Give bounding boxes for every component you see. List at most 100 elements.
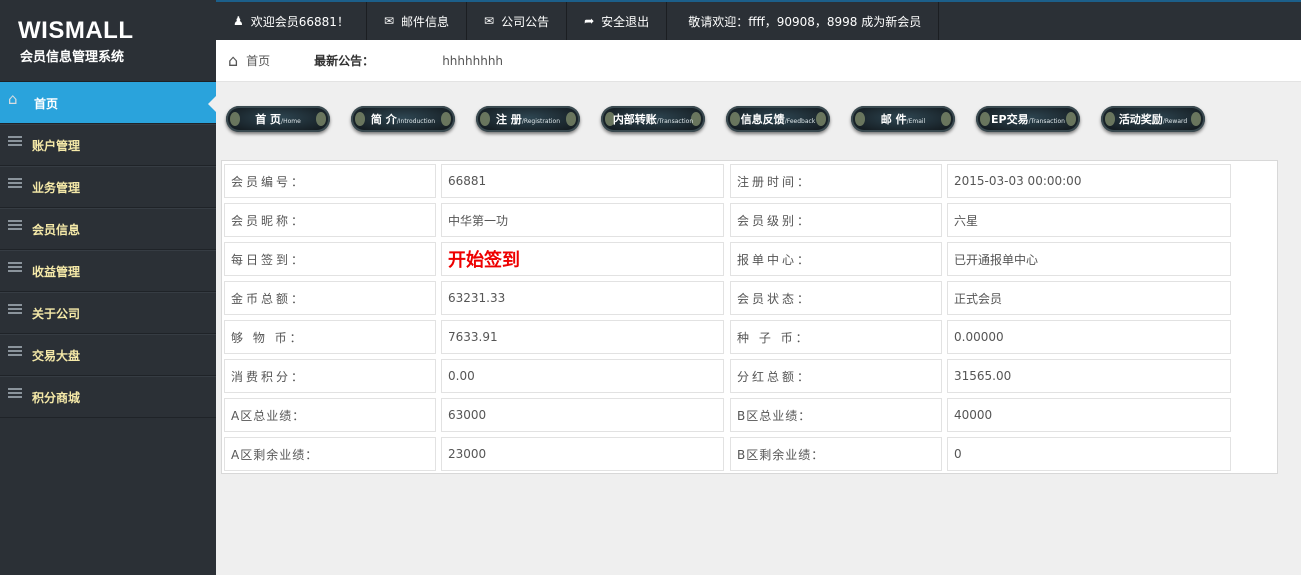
field-label: 会员编号： [224, 164, 436, 198]
user-menu[interactable]: ♟ 欢迎会员66881！ [216, 2, 367, 40]
menu-icon [8, 346, 22, 356]
field-value: 23000 [441, 437, 724, 471]
mail-button[interactable]: ✉ 邮件信息 [367, 2, 468, 40]
nav-button-en: /Feedback [784, 118, 816, 125]
menu-icon [8, 388, 22, 398]
menu-icon [8, 136, 22, 146]
sidebar-item-label: 业务管理 [32, 180, 81, 195]
field-label: 够 物 币： [224, 320, 436, 354]
member-info-panel: 会员编号： 66881 注册时间： 2015-03-03 00:00:00 会员… [221, 160, 1278, 474]
nav-button-label: 首 页 [255, 113, 282, 126]
field-value: 0 [947, 437, 1231, 471]
nav-button-home[interactable]: 首 页/Home [226, 104, 330, 134]
sidebar-item-income[interactable]: 收益管理 [0, 250, 216, 292]
home-icon[interactable]: ⌂ [228, 51, 238, 70]
sidebar-item-market[interactable]: 交易大盘 [0, 334, 216, 376]
notice-button[interactable]: ✉ 公司公告 [467, 2, 568, 40]
logout-button[interactable]: ➦ 安全退出 [567, 2, 668, 40]
field-label: 会员级别： [730, 203, 942, 237]
nav-button-email[interactable]: 邮 件/Email [851, 104, 955, 134]
sidebar-menu: ⌂ 首页 账户管理 业务管理 会员信息 收益管理 关于公司 交易大盘 积分商城 [0, 82, 216, 418]
field-label: 每日签到： [224, 242, 436, 276]
nav-button-label: 活动奖励 [1118, 113, 1163, 126]
field-value: 0.00000 [947, 320, 1231, 354]
user-greeting: 欢迎会员66881！ [250, 14, 349, 29]
sign-in-link[interactable]: 开始签到 [448, 246, 520, 272]
top-bar: ♟ 欢迎会员66881！ ✉ 邮件信息 ✉ 公司公告 ➦ 安全退出 敬请欢迎：f… [216, 0, 1301, 40]
field-value: 2015-03-03 00:00:00 [947, 164, 1231, 198]
menu-icon [8, 304, 22, 314]
welcome-text: 敬请欢迎：ffff，90908，8998 成为新会员 [688, 14, 922, 29]
announcement-label: 最新公告： [314, 54, 375, 68]
sidebar-item-label: 首页 [34, 96, 59, 111]
brand: WISMALL 会员信息管理系统 [0, 0, 216, 82]
home-icon: ⌂ [8, 90, 18, 108]
field-label: A区总业绩： [224, 398, 436, 432]
breadcrumb-home[interactable]: 首页 [246, 52, 270, 69]
nav-button-ep-trade[interactable]: EP交易/Transaction [976, 104, 1080, 134]
field-value: 已开通报单中心 [947, 242, 1231, 276]
envelope-icon: ✉ [484, 14, 495, 28]
field-value: 正式会员 [947, 281, 1231, 315]
field-value: 63000 [441, 398, 724, 432]
nav-button-reward[interactable]: 活动奖励/Reward [1101, 104, 1205, 134]
user-icon: ♟ [233, 14, 244, 28]
menu-icon [8, 220, 22, 230]
field-label: 注册时间： [730, 164, 942, 198]
sidebar-item-about[interactable]: 关于公司 [0, 292, 216, 334]
notice-label: 公司公告 [501, 14, 550, 29]
field-value: 31565.00 [947, 359, 1231, 393]
sign-in-cell: 开始签到 [441, 242, 724, 276]
field-label: B区总业绩： [730, 398, 942, 432]
brand-subtitle: 会员信息管理系统 [20, 50, 125, 65]
nav-button-label: 注 册 [495, 113, 522, 126]
announcement-text[interactable]: hhhhhhhh [442, 54, 503, 68]
mail-label: 邮件信息 [401, 14, 450, 29]
nav-button-en: /Email [906, 118, 926, 125]
field-label: 报单中心： [730, 242, 942, 276]
nav-button-en: /Home [281, 118, 301, 125]
welcome-banner: 敬请欢迎：ffff，90908，8998 成为新会员 [667, 2, 940, 40]
brand-title: WISMALL [18, 17, 134, 44]
share-icon: ➦ [584, 14, 595, 28]
sidebar-item-business[interactable]: 业务管理 [0, 166, 216, 208]
nav-button-register[interactable]: 注 册/Registration [476, 104, 580, 134]
field-value: 63231.33 [441, 281, 724, 315]
field-label: 金币总额： [224, 281, 436, 315]
nav-button-intro[interactable]: 简 介/Introduction [351, 104, 455, 134]
nav-button-label: 信息反馈 [740, 113, 785, 126]
sidebar-item-label: 账户管理 [32, 138, 81, 153]
sidebar-item-mall[interactable]: 积分商城 [0, 376, 216, 418]
field-label: 会员昵称： [224, 203, 436, 237]
sidebar-item-label: 交易大盘 [32, 348, 81, 363]
sidebar-item-account[interactable]: 账户管理 [0, 124, 216, 166]
field-label: 种 子 币： [730, 320, 942, 354]
nav-button-label: 邮 件 [880, 113, 907, 126]
nav-button-en: /Reward [1162, 118, 1188, 125]
sidebar-item-label: 收益管理 [32, 264, 81, 279]
breadcrumb: ⌂ 首页 最新公告： hhhhhhhh [216, 40, 1301, 82]
field-value: 六星 [947, 203, 1231, 237]
nav-button-label: EP交易 [991, 113, 1029, 126]
field-label: 分红总额： [730, 359, 942, 393]
nav-button-en: /Introduction [396, 118, 436, 125]
field-label: 会员状态： [730, 281, 942, 315]
sidebar-item-label: 积分商城 [32, 390, 81, 405]
nav-button-en: /Transaction [656, 118, 694, 125]
nav-button-en: /Registration [521, 118, 561, 125]
field-label: 消费积分： [224, 359, 436, 393]
field-value: 7633.91 [441, 320, 724, 354]
nav-button-transfer[interactable]: 内部转账/Transaction [601, 104, 705, 134]
field-value: 66881 [441, 164, 724, 198]
sidebar: WISMALL 会员信息管理系统 ⌂ 首页 账户管理 业务管理 会员信息 收益管… [0, 0, 216, 575]
sidebar-item-label: 会员信息 [32, 222, 81, 237]
field-value: 40000 [947, 398, 1231, 432]
nav-button-label: 内部转账 [612, 113, 657, 126]
field-label: A区剩余业绩： [224, 437, 436, 471]
sidebar-item-label: 关于公司 [32, 306, 81, 321]
sidebar-item-home[interactable]: ⌂ 首页 [0, 82, 216, 124]
menu-icon [8, 178, 22, 188]
logout-label: 安全退出 [601, 14, 650, 29]
sidebar-item-member-info[interactable]: 会员信息 [0, 208, 216, 250]
nav-button-feedback[interactable]: 信息反馈/Feedback [726, 104, 830, 134]
